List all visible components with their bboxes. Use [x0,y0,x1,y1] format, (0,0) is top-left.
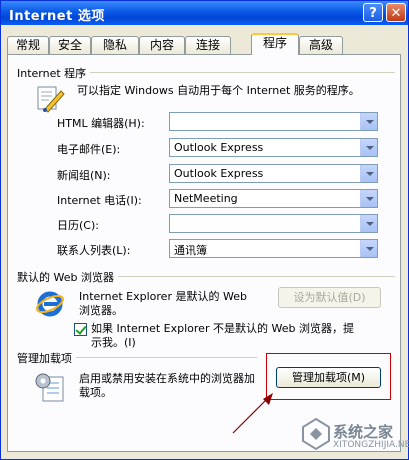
addons-text-line2: 载项。 [79,386,112,399]
tab-programs[interactable]: 程序 [251,33,299,55]
chevron-down-icon[interactable] [360,165,377,182]
set-default-button[interactable]: 设为默认值(D) [278,287,381,308]
addons-group-title: 管理加载项 [17,350,76,366]
chevron-down-icon[interactable] [360,139,377,156]
html-editor-label: HTML 编辑器(H): [57,117,145,130]
contact-list-value: 通讯簿 [174,244,207,257]
highlight-box [266,353,391,400]
addons-text-line1: 启用或禁用安装在系统中的浏览器加 [79,372,255,385]
internet-explorer-icon [36,291,64,317]
watermark: 系统之家 XITONGZHIJIA.NET [299,413,409,457]
tab-advanced[interactable]: 高级 [299,36,343,54]
internet-options-window: Internet 选项 ? ✕ 常规 安全 隐私 内容 连接 程序 高级 Int… [0,0,409,460]
contact-list-select[interactable]: 通讯簿 [169,239,378,258]
internet-programs-group-title: Internet 程序 [17,65,91,81]
chevron-down-icon[interactable] [360,190,377,207]
prompt-default-label-line1: 如果 Internet Explorer 不是默认的 Web 浏览器，提 [91,322,354,335]
internet-call-select[interactable]: NetMeeting [169,189,378,208]
watermark-logo-icon [302,417,330,451]
tab-security[interactable]: 安全 [49,36,91,54]
prompt-default-label-line2: 示我。(I) [91,336,136,349]
internet-call-label: Internet 电话(I): [57,194,142,207]
title-bar[interactable]: Internet 选项 ? ✕ [1,1,408,25]
default-browser-text-line1: Internet Explorer 是默认的 Web [79,290,247,303]
help-button[interactable]: ? [363,3,383,22]
email-value: Outlook Express [174,141,264,154]
calendar-select[interactable] [169,214,378,233]
email-label: 电子邮件(E): [57,143,121,156]
newsgroups-select[interactable]: Outlook Express [169,164,378,183]
chevron-down-icon[interactable] [360,113,377,130]
watermark-subtext: XITONGZHIJIA.NET [333,440,409,450]
newsgroups-value: Outlook Express [174,167,264,180]
addons-gear-icon [35,373,64,402]
contact-list-label: 联系人列表(L): [57,244,131,257]
programs-description: 可以指定 Windows 自动用于每个 Internet 服务的程序。 [77,84,360,97]
prompt-default-checkbox[interactable] [74,323,87,336]
tab-content[interactable]: 内容 [139,36,185,54]
window-title: Internet 选项 [9,9,105,24]
newsgroups-label: 新闻组(N): [57,169,111,182]
default-browser-text-line2: 浏览器。 [79,304,123,317]
chevron-down-icon[interactable] [360,240,377,257]
email-select[interactable]: Outlook Express [169,138,378,157]
tab-connections[interactable]: 连接 [185,36,231,54]
default-browser-group-title: 默认的 Web 浏览器 [17,269,118,285]
programs-icon [37,86,65,113]
tab-general[interactable]: 常规 [7,36,49,54]
tab-privacy[interactable]: 隐私 [91,36,139,54]
calendar-label: 日历(C): [57,219,99,232]
internet-call-value: NetMeeting [174,192,238,205]
html-editor-select[interactable] [169,112,378,131]
watermark-text: 系统之家 [333,423,394,441]
close-button[interactable]: ✕ [386,3,406,22]
pointer-arrow-icon [232,393,273,434]
chevron-down-icon[interactable] [360,215,377,232]
